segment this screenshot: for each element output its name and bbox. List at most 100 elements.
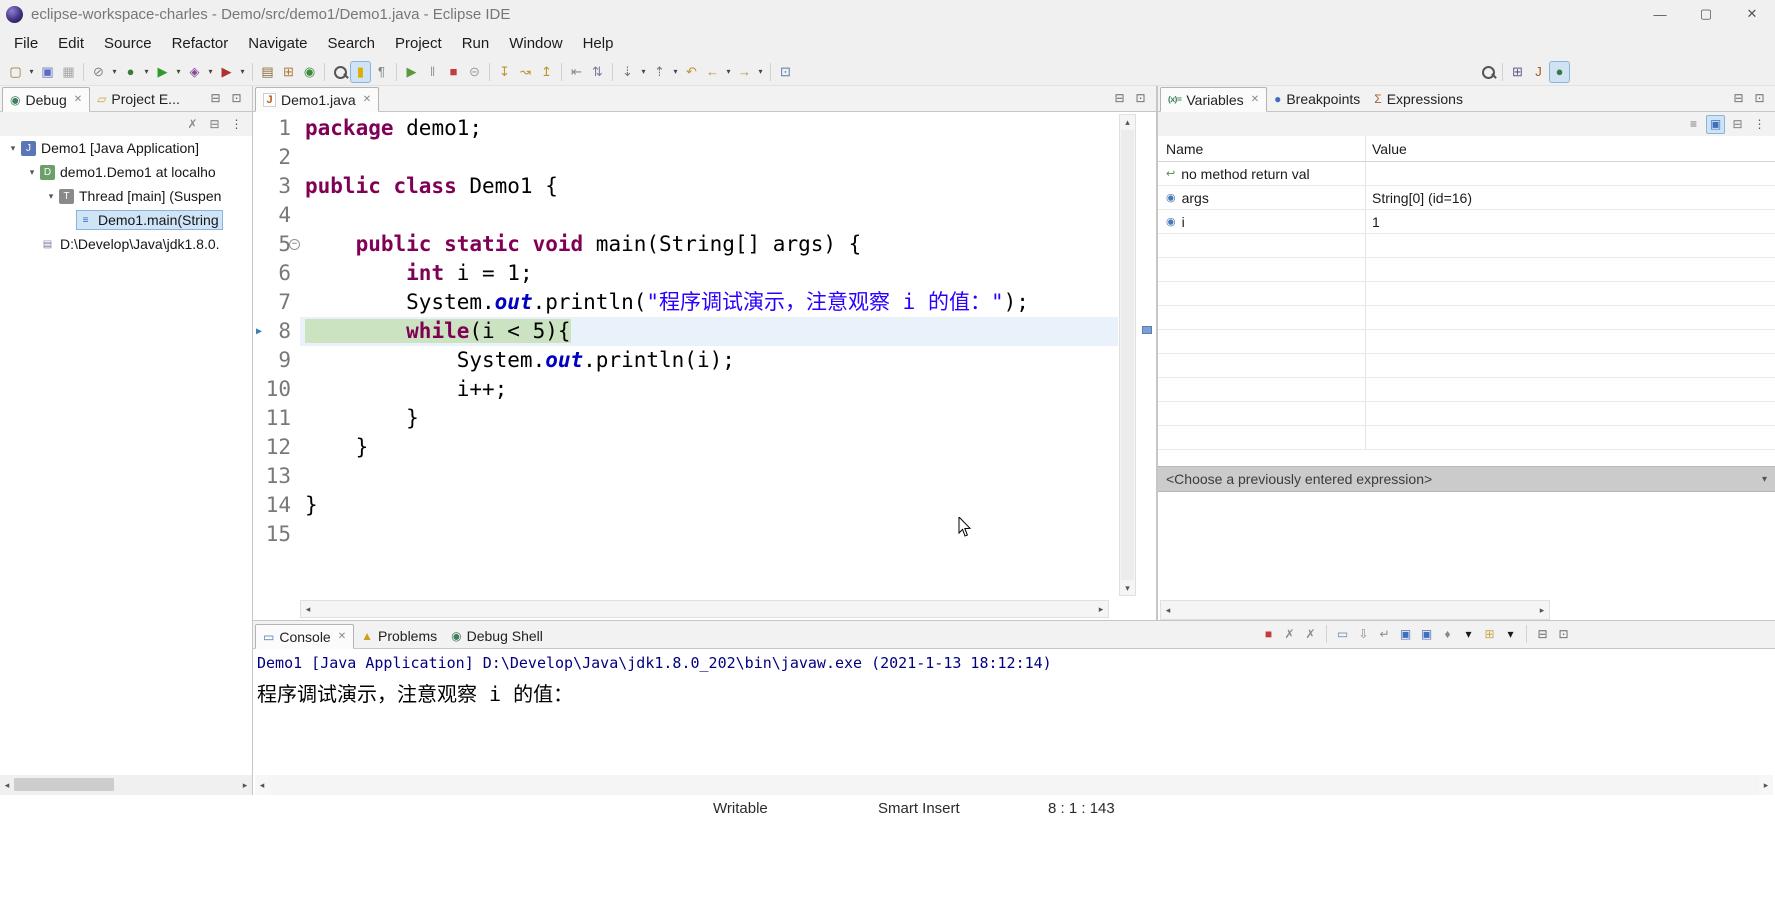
clear-console-button[interactable]: ▭ — [1333, 625, 1352, 644]
drop-to-frame-button[interactable]: ⇤ — [566, 61, 587, 83]
debug-button[interactable]: ● — [120, 61, 141, 83]
scroll-thumb[interactable] — [1121, 130, 1134, 580]
open-console-button[interactable]: ⊞ — [1480, 625, 1499, 644]
skip-all-breakpoints-button[interactable]: ⊘ — [88, 61, 109, 83]
maximize-button[interactable]: ▢ — [1683, 0, 1729, 28]
display-selected-console-icon[interactable]: ▾ — [1459, 625, 1478, 644]
new-java-project-button[interactable]: ▤ — [257, 61, 278, 83]
search-button[interactable] — [1477, 61, 1498, 83]
marker-column[interactable] — [253, 288, 265, 317]
debug-dropdown-icon[interactable]: ▾ — [141, 61, 152, 83]
menu-search[interactable]: Search — [317, 30, 385, 57]
forward-dropdown-icon[interactable]: ▾ — [755, 61, 766, 83]
mark-occurrences-button[interactable]: ▮ — [350, 61, 371, 83]
minimize-button[interactable]: — — [1637, 0, 1683, 28]
view-tab-project-e[interactable]: ▱Project E... — [90, 86, 187, 111]
code-text[interactable] — [300, 143, 1118, 172]
scroll-right-icon[interactable]: ▸ — [1535, 600, 1549, 620]
view-tab-variables[interactable]: (x)=Variables✕ — [1160, 87, 1267, 112]
disconnect-button[interactable]: ⊝ — [464, 61, 485, 83]
expand-arrow-icon[interactable]: ▾ — [44, 191, 58, 202]
forward-button[interactable]: → — [734, 61, 755, 83]
code-text[interactable]: package demo1; — [300, 114, 1118, 143]
back-button[interactable]: ← — [702, 61, 723, 83]
scroll-left-icon[interactable]: ◂ — [1161, 600, 1175, 620]
view-tab-debug-shell[interactable]: ◉Debug Shell — [444, 623, 550, 648]
code-text[interactable]: System.out.println("程序调试演示，注意观察 i 的值："); — [300, 288, 1118, 317]
back-dropdown-icon[interactable]: ▾ — [723, 61, 734, 83]
scroll-left-icon[interactable]: ◂ — [255, 775, 269, 795]
new-wizard-button[interactable]: ▢ — [5, 61, 26, 83]
scroll-right-icon[interactable]: ▸ — [1759, 775, 1773, 795]
suspend-button[interactable]: ‖ — [422, 61, 443, 83]
java-search-button[interactable] — [329, 61, 350, 83]
line-number[interactable]: 14 — [265, 491, 291, 520]
show-console-on-stdout-button[interactable]: ▣ — [1396, 625, 1415, 644]
line-number[interactable]: 9 — [265, 346, 291, 375]
scroll-track[interactable] — [269, 775, 1759, 795]
expression-bar[interactable]: <Choose a previously entered expression>… — [1158, 466, 1775, 492]
maximize-view-button[interactable]: ⊡ — [1131, 89, 1150, 108]
editor-hscrollbar[interactable]: ◂ ▸ — [300, 600, 1109, 618]
close-icon[interactable]: ✕ — [363, 94, 371, 105]
close-icon[interactable]: ✕ — [74, 94, 82, 105]
terminate-button[interactable]: ■ — [443, 61, 464, 83]
scroll-left-icon[interactable]: ◂ — [0, 775, 14, 795]
current-line-marker[interactable] — [1142, 326, 1152, 334]
link-with-editor-button[interactable]: ⊡ — [775, 61, 796, 83]
minimize-view-button[interactable]: ⊟ — [1533, 625, 1552, 644]
new-package-button[interactable]: ⊞ — [278, 61, 299, 83]
word-wrap-button[interactable]: ↵ — [1375, 625, 1394, 644]
scroll-left-icon[interactable]: ◂ — [301, 599, 315, 619]
new-class-button[interactable]: ◉ — [299, 61, 320, 83]
code-text[interactable] — [300, 201, 1118, 230]
tree-item-thread-main-suspen[interactable]: ▾TThread [main] (Suspen — [0, 184, 252, 208]
save-all-button[interactable]: ▦ — [58, 61, 79, 83]
variable-row-i[interactable]: ◉i1 — [1158, 210, 1775, 234]
code-text[interactable]: System.out.println(i); — [300, 346, 1118, 375]
step-over-button[interactable]: ↝ — [515, 61, 536, 83]
fold-column[interactable]: − — [291, 230, 300, 259]
marker-column[interactable] — [253, 230, 265, 259]
menu-run[interactable]: Run — [452, 30, 500, 57]
previous-annotation-button[interactable]: ⇡ — [649, 61, 670, 83]
debug-hscrollbar[interactable]: ◂ ▸ — [0, 775, 252, 795]
step-return-button[interactable]: ↥ — [536, 61, 557, 83]
collapse-all-button[interactable]: ⊟ — [205, 115, 224, 134]
previous-annotation-dropdown-icon[interactable]: ▾ — [670, 61, 681, 83]
line-number[interactable]: 2 — [265, 143, 291, 172]
line-number[interactable]: 11 — [265, 404, 291, 433]
open-console-dropdown-icon[interactable]: ▾ — [1501, 625, 1520, 644]
marker-column[interactable] — [253, 404, 265, 433]
show-logical-structures-button[interactable]: ▣ — [1706, 115, 1725, 134]
code-text[interactable]: while(i < 5){ — [300, 317, 1118, 346]
remove-all-launches-button[interactable]: ✗ — [1301, 625, 1320, 644]
show-type-names-button[interactable]: ≡ — [1684, 115, 1703, 134]
close-icon[interactable]: ✕ — [1251, 94, 1259, 105]
minimize-view-button[interactable]: ⊟ — [1110, 89, 1129, 108]
overview-ruler[interactable] — [1137, 114, 1156, 596]
run-external-tools-dropdown-icon[interactable]: ▾ — [237, 61, 248, 83]
coverage-dropdown-icon[interactable]: ▾ — [205, 61, 216, 83]
resume-button[interactable]: ▶ — [401, 61, 422, 83]
column-header-name[interactable]: Name — [1158, 136, 1366, 161]
view-menu-button[interactable]: ⋮ — [227, 115, 246, 134]
code-text[interactable] — [300, 520, 1118, 549]
code-text[interactable]: int i = 1; — [300, 259, 1118, 288]
pin-console-button[interactable]: ♦ — [1438, 625, 1457, 644]
marker-column[interactable] — [253, 346, 265, 375]
marker-column[interactable] — [253, 491, 265, 520]
tree-item-demo1-demo1-at-localho[interactable]: ▾Ddemo1.Demo1 at localho — [0, 160, 252, 184]
remove-all-terminated-button[interactable]: ✗ — [183, 115, 202, 134]
scroll-track[interactable] — [315, 601, 1094, 617]
new-wizard-dropdown-icon[interactable]: ▾ — [26, 61, 37, 83]
line-number[interactable]: 3 — [265, 172, 291, 201]
save-button[interactable]: ▣ — [37, 61, 58, 83]
scroll-thumb[interactable] — [14, 778, 114, 791]
close-icon[interactable]: ✕ — [338, 631, 346, 642]
next-annotation-dropdown-icon[interactable]: ▾ — [638, 61, 649, 83]
instruction-pointer-icon[interactable]: ▶ — [253, 317, 265, 346]
remove-launch-button[interactable]: ✗ — [1280, 625, 1299, 644]
line-number[interactable]: 4 — [265, 201, 291, 230]
maximize-view-button[interactable]: ⊡ — [1554, 625, 1573, 644]
